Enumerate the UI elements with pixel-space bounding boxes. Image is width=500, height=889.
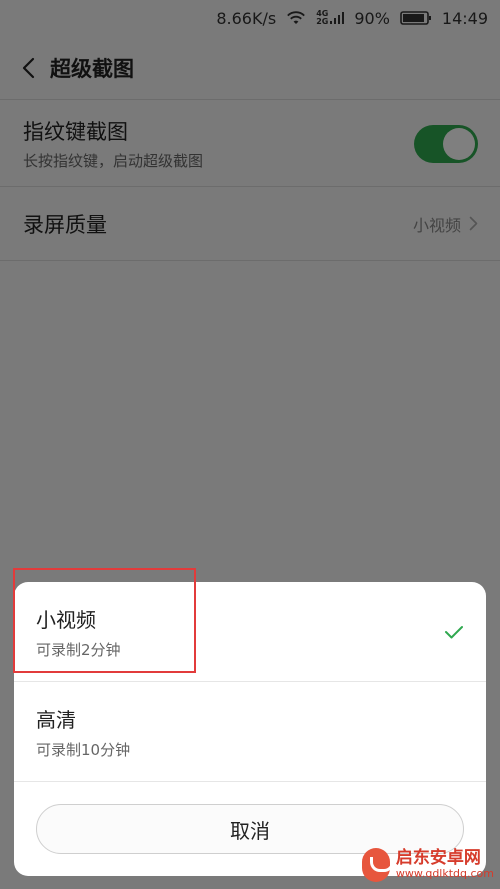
option-title: 高清 (36, 707, 76, 732)
annotation-highlight-box (13, 568, 196, 673)
checkmark-icon (445, 625, 463, 638)
watermark-logo-icon (362, 848, 394, 882)
option-subtitle: 可录制10分钟 (36, 740, 131, 759)
watermark: 启东安卓网 www.qdlktdq.com (362, 845, 494, 885)
watermark-name: 启东安卓网 (395, 848, 481, 869)
watermark-url: www.qdlktdq.com (395, 867, 494, 881)
option-hd[interactable]: 高清 可录制10分钟 (14, 682, 486, 782)
